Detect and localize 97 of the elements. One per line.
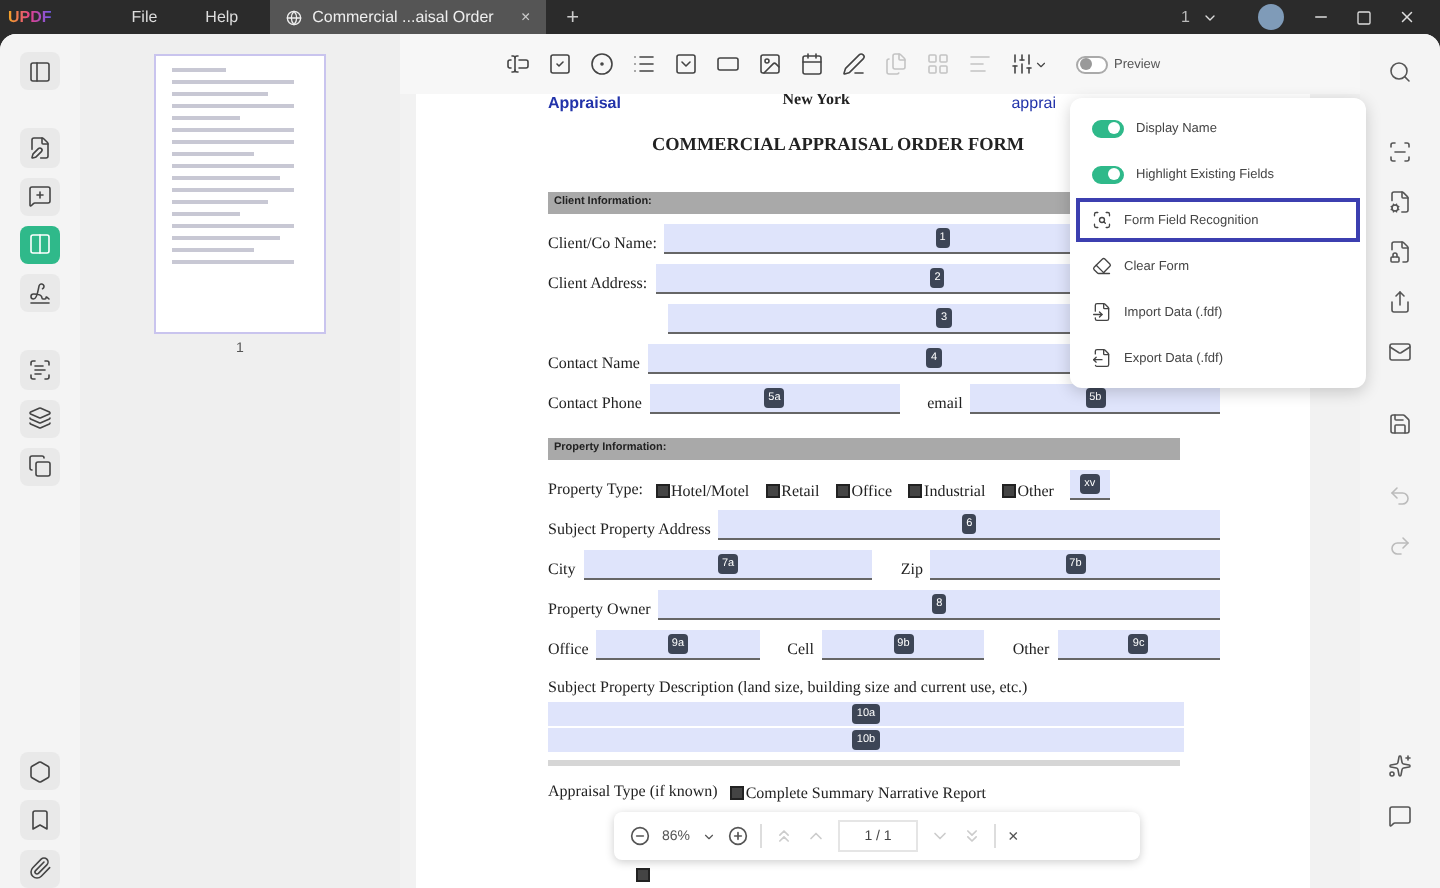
align-icon xyxy=(968,52,992,76)
field-label: Subject Property Address xyxy=(548,520,711,540)
app-logo: UPDF xyxy=(8,8,52,26)
checkbox[interactable] xyxy=(835,484,850,498)
checkbox[interactable] xyxy=(1001,484,1016,498)
checkbox[interactable] xyxy=(908,484,923,498)
date-icon xyxy=(800,52,824,76)
maximize-icon[interactable] xyxy=(1356,9,1372,25)
last-page-icon xyxy=(962,826,983,846)
globe-icon xyxy=(286,9,303,25)
image-icon xyxy=(758,52,782,76)
toggle-switch[interactable] xyxy=(1092,165,1124,183)
checkbox[interactable] xyxy=(655,484,670,498)
menu-item[interactable]: File xyxy=(131,8,158,26)
radio-icon xyxy=(590,52,614,76)
dropdown-icon xyxy=(674,52,698,76)
document-tab[interactable]: Commercial ...aisal Order × xyxy=(270,0,547,34)
signature-icon xyxy=(842,52,866,76)
export-icon xyxy=(1092,348,1112,368)
first-page-icon xyxy=(774,826,795,846)
checkbox-label: Complete Summary Narrative Report xyxy=(745,784,987,802)
field-label: Contact Phone xyxy=(548,394,642,414)
caret-icon[interactable] xyxy=(702,829,717,843)
form-title: COMMERCIAL APPRAISAL ORDER FORM xyxy=(652,134,1027,154)
clear-icon xyxy=(1092,256,1112,276)
field-label: Cell xyxy=(785,640,815,660)
sidebar-tool[interactable] xyxy=(20,447,60,487)
sidebar-tool[interactable] xyxy=(20,399,60,438)
sign-icon xyxy=(28,281,52,306)
recognize-icon xyxy=(1092,210,1112,230)
tab-title: Commercial ...aisal Order xyxy=(312,8,494,26)
checkbox-label: Industrial xyxy=(924,482,986,500)
checkbox[interactable] xyxy=(636,868,650,882)
checkbox[interactable] xyxy=(765,484,780,498)
field-label: Other xyxy=(1010,640,1050,660)
sidebar-tool[interactable] xyxy=(20,849,60,888)
close-button[interactable]: × xyxy=(1008,826,1019,846)
attachment-icon xyxy=(28,856,52,881)
zoom-in-icon xyxy=(728,826,749,846)
copy-icon xyxy=(28,454,52,479)
header-text: apprai xyxy=(1011,94,1056,114)
checkbox-label: Hotel/Motel xyxy=(671,482,750,500)
text-icon xyxy=(506,52,530,76)
sidebar-tool[interactable] xyxy=(20,274,60,313)
checkbox[interactable] xyxy=(729,786,744,800)
grid-icon xyxy=(926,52,950,76)
new-tab-button[interactable]: + xyxy=(566,5,580,29)
zoom-out-icon xyxy=(630,826,650,846)
checkbox-label: Other xyxy=(1017,482,1054,500)
undo-icon xyxy=(1388,484,1412,508)
edit-icon xyxy=(28,135,52,160)
field-label: Appraisal Type (if known) xyxy=(548,782,718,802)
page-thumbnail[interactable] xyxy=(154,54,326,334)
comment-icon xyxy=(1388,804,1412,828)
zoom-in-button[interactable] xyxy=(728,826,749,846)
field-label: Client Address: xyxy=(548,274,648,294)
comment-icon xyxy=(28,184,52,209)
caret-icon xyxy=(1034,57,1048,71)
zoom-out-button[interactable] xyxy=(630,826,650,846)
sidebar-tool[interactable] xyxy=(20,177,60,216)
counter[interactable]: 1 xyxy=(1181,8,1190,26)
checkbox-label: Office xyxy=(851,482,893,500)
panel-icon xyxy=(28,59,52,84)
copy-icon xyxy=(884,52,908,76)
avatar[interactable] xyxy=(1258,4,1284,30)
field-label: email xyxy=(925,394,963,414)
toggle-switch[interactable] xyxy=(1092,119,1124,137)
sidebar-tool[interactable] xyxy=(20,350,60,390)
close-icon[interactable] xyxy=(1398,8,1416,26)
close-tab-button[interactable]: × xyxy=(520,8,531,26)
settings-icon xyxy=(1010,52,1034,76)
save-icon xyxy=(1388,412,1412,436)
field-label: Property Owner xyxy=(548,600,651,620)
sidebar-tool[interactable] xyxy=(20,752,60,791)
check-icon xyxy=(548,52,572,76)
field-label: Office xyxy=(548,640,589,660)
field-label: Subject Property Description (land size, building size and current use, etc.) xyxy=(548,678,1028,696)
checkbox-label: Retail xyxy=(781,482,820,500)
field-label: Zip xyxy=(898,560,923,580)
field-label: Contact Name xyxy=(548,354,640,374)
protect-icon xyxy=(1388,240,1412,264)
sidebar-tool[interactable] xyxy=(20,52,60,91)
menu-item[interactable]: Help xyxy=(205,8,239,26)
import-icon xyxy=(1092,302,1112,322)
field-label: Property Type: xyxy=(548,480,644,500)
search-icon xyxy=(1388,60,1412,84)
field-label: Client/Co Name: xyxy=(548,234,657,254)
bookmark-icon xyxy=(28,808,52,833)
sidebar-tool[interactable] xyxy=(20,128,60,168)
mail-icon xyxy=(1388,340,1412,364)
sidebar-tool[interactable] xyxy=(20,800,60,840)
button-icon xyxy=(716,52,740,76)
redo-icon xyxy=(1388,534,1412,558)
field-label: City xyxy=(548,560,576,580)
header-text: Appraisal xyxy=(548,94,621,114)
share-icon xyxy=(1388,290,1412,314)
scan-icon xyxy=(28,357,52,382)
